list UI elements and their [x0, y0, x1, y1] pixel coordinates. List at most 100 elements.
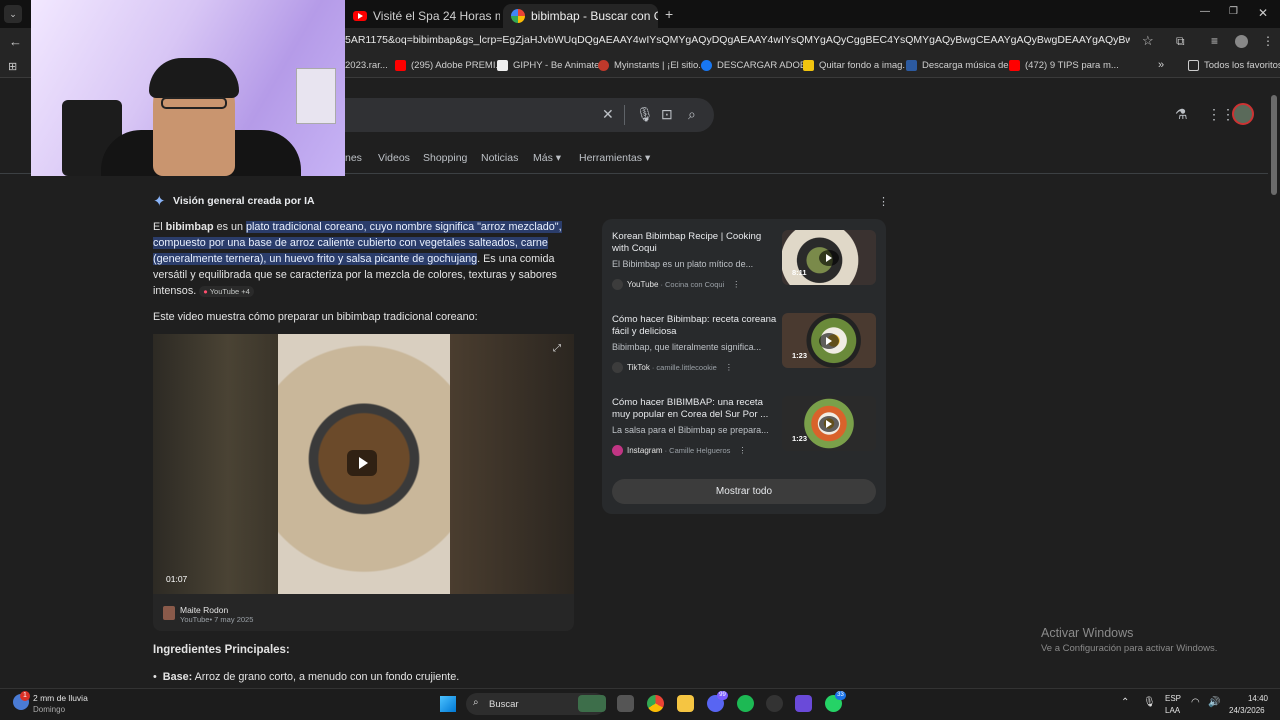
video-card-title[interactable]: Korean Bibimbap Recipe | Cooking with Co… — [612, 231, 777, 255]
tab-news[interactable]: Noticias — [481, 152, 518, 164]
wifi-icon[interactable]: ◠ — [1191, 697, 1200, 708]
file-icon[interactable] — [617, 695, 634, 712]
video-duration: 1:23 — [792, 434, 808, 443]
bookmark-item[interactable]: Myinstants | ¡El sitio... — [598, 60, 706, 71]
bookmark-item[interactable]: GIPHY - Be Animated — [497, 60, 605, 71]
back-icon[interactable]: ← — [9, 34, 22, 49]
video-card-title[interactable]: Cómo hacer BIBIMBAP: una receta muy popu… — [612, 397, 777, 421]
video-card-source[interactable]: TikTok · camille.littlecookie ⋮ — [612, 362, 733, 373]
account-avatar[interactable] — [1232, 103, 1254, 125]
video-card-title[interactable]: Cómo hacer Bibimbap: receta coreana fáci… — [612, 314, 777, 338]
video-duration: 1:23 — [792, 351, 808, 360]
file-explorer-icon[interactable] — [677, 695, 694, 712]
app-icon[interactable] — [795, 695, 812, 712]
show-all-button[interactable]: Mostrar todo — [612, 479, 876, 504]
clock-date[interactable]: 24/3/2026 — [1229, 706, 1265, 715]
all-bookmarks-folder[interactable]: Todos los favoritos — [1188, 60, 1280, 71]
bookmark-item[interactable]: Quitar fondo a imag... — [803, 60, 910, 71]
extensions-icon[interactable]: ⧉ — [1176, 34, 1185, 49]
youtube-icon — [612, 279, 623, 290]
more-options-icon[interactable]: ⋮ — [725, 363, 733, 372]
tab-spa-video[interactable]: Visité el Spa 24 Horas más Lujo ✕ — [345, 4, 500, 28]
tab-label: Visité el Spa 24 Horas más Lujo — [373, 9, 500, 23]
tab-shopping[interactable]: Shopping — [423, 152, 467, 164]
new-tab-button[interactable]: + — [665, 6, 673, 22]
bookmark-item[interactable]: 2023.rar... — [345, 60, 388, 71]
windows-start-icon[interactable] — [440, 696, 456, 712]
menu-icon[interactable]: ⋮ — [1262, 34, 1274, 48]
labs-icon[interactable]: ⚗ — [1175, 106, 1188, 123]
tab-search-dropdown[interactable]: ⌄ — [4, 5, 22, 23]
microphone-icon[interactable]: 🎙 — [1143, 697, 1156, 708]
tab-tools[interactable]: Herramientas ▾ — [579, 152, 650, 164]
play-icon[interactable] — [819, 416, 839, 432]
video-blur-right — [450, 334, 574, 594]
image-icon — [803, 60, 814, 71]
video-duration: 01:07 — [166, 574, 188, 584]
volume-icon[interactable]: 🔊 — [1208, 697, 1220, 708]
play-icon[interactable] — [347, 450, 377, 476]
url-field[interactable]: 5AR1175&oq=bibimbap&gs_lcrp=EgZjaHJvbWUq… — [345, 34, 1130, 46]
google-apps-icon[interactable]: ⋮⋮ — [1207, 106, 1235, 123]
folder-icon — [1188, 60, 1199, 71]
profile-avatar[interactable] — [1235, 35, 1248, 48]
facebook-icon — [701, 60, 712, 71]
activation-watermark-title: Activar Windows — [1041, 626, 1134, 640]
tab-videos[interactable]: Videos — [378, 152, 410, 164]
keyboard-layout[interactable]: LAA — [1165, 706, 1180, 715]
ai-overview-text: El bibimbap es un plato tradicional core… — [153, 221, 562, 297]
tab-bibimbap-search[interactable]: bibimbap - Buscar con Google ✕ — [503, 4, 658, 28]
video-card-source[interactable]: Instagram · Camille Helgueros ⋮ — [612, 445, 746, 456]
spotify-icon[interactable] — [737, 695, 754, 712]
search-icon[interactable]: ⌕ — [688, 106, 696, 123]
tab-more[interactable]: Más ▾ — [533, 152, 561, 164]
davinci-icon[interactable] — [766, 695, 783, 712]
myinstants-icon — [598, 60, 609, 71]
webcam-overlay — [31, 0, 345, 176]
author-avatar — [163, 606, 175, 620]
weather-text[interactable]: 2 mm de lluvia — [33, 693, 88, 703]
source-chip[interactable]: ● YouTube +4 — [199, 286, 254, 297]
voice-search-icon[interactable]: 🎙 — [636, 106, 654, 123]
person-glasses — [161, 97, 227, 109]
apps-grid-icon[interactable]: ⊞ — [8, 60, 17, 73]
media-icon[interactable]: ≡ — [1211, 34, 1218, 48]
bookmark-item[interactable]: (472) 9 TIPS para m... — [1009, 60, 1119, 71]
ingredients-heading: Ingredientes Principales: — [153, 644, 290, 656]
language-indicator[interactable]: ESP — [1165, 694, 1181, 703]
lens-icon[interactable]: ⊡ — [661, 106, 673, 123]
search-icon: ⌕ — [473, 697, 479, 708]
more-options-icon[interactable]: ⋮ — [732, 280, 740, 289]
scrollbar-thumb[interactable] — [1271, 95, 1277, 195]
taskbar — [0, 688, 1280, 720]
music-icon — [906, 60, 917, 71]
more-options-icon[interactable]: ⋮ — [738, 446, 746, 455]
play-icon[interactable] — [819, 333, 839, 349]
more-options-icon[interactable]: ⋮ — [878, 195, 889, 208]
bookmark-item[interactable]: DESCARGAR ADOB... — [701, 60, 814, 71]
list-item: • Base: Arroz de grano corto, a menudo c… — [153, 671, 460, 683]
video-card-desc: Bibimbap, que literalmente significa... — [612, 342, 762, 352]
restore-icon[interactable]: ❐ — [1229, 6, 1238, 17]
clear-search-icon[interactable]: ✕ — [602, 106, 614, 123]
tiktok-icon — [612, 362, 623, 373]
bookmark-star-icon[interactable]: ☆ — [1142, 33, 1154, 49]
chrome-icon[interactable] — [647, 695, 664, 712]
search-divider — [624, 105, 625, 125]
clock-time[interactable]: 14:40 — [1238, 694, 1268, 703]
video-card-source[interactable]: YouTube · Cocina con Coqui ⋮ — [612, 279, 740, 290]
giphy-icon — [497, 60, 508, 71]
bookmarks-overflow-icon[interactable]: » — [1158, 59, 1164, 71]
task-view-icon[interactable] — [578, 695, 606, 712]
close-window-icon[interactable]: ✕ — [1258, 6, 1268, 20]
search-input[interactable] — [330, 98, 714, 132]
tray-overflow-icon[interactable]: ⌃ — [1121, 697, 1129, 708]
bookmark-item[interactable]: (295) Adobe PREMI... — [395, 60, 503, 71]
bookmark-item[interactable]: Descarga música de... — [906, 60, 1017, 71]
minimize-icon[interactable]: — — [1200, 6, 1210, 17]
tab-images[interactable]: nes — [345, 152, 362, 164]
youtube-icon — [395, 60, 406, 71]
expand-icon[interactable]: ⤢ — [553, 343, 561, 354]
video-author[interactable]: Maite Rodon — [180, 605, 228, 615]
play-icon[interactable] — [819, 250, 839, 266]
